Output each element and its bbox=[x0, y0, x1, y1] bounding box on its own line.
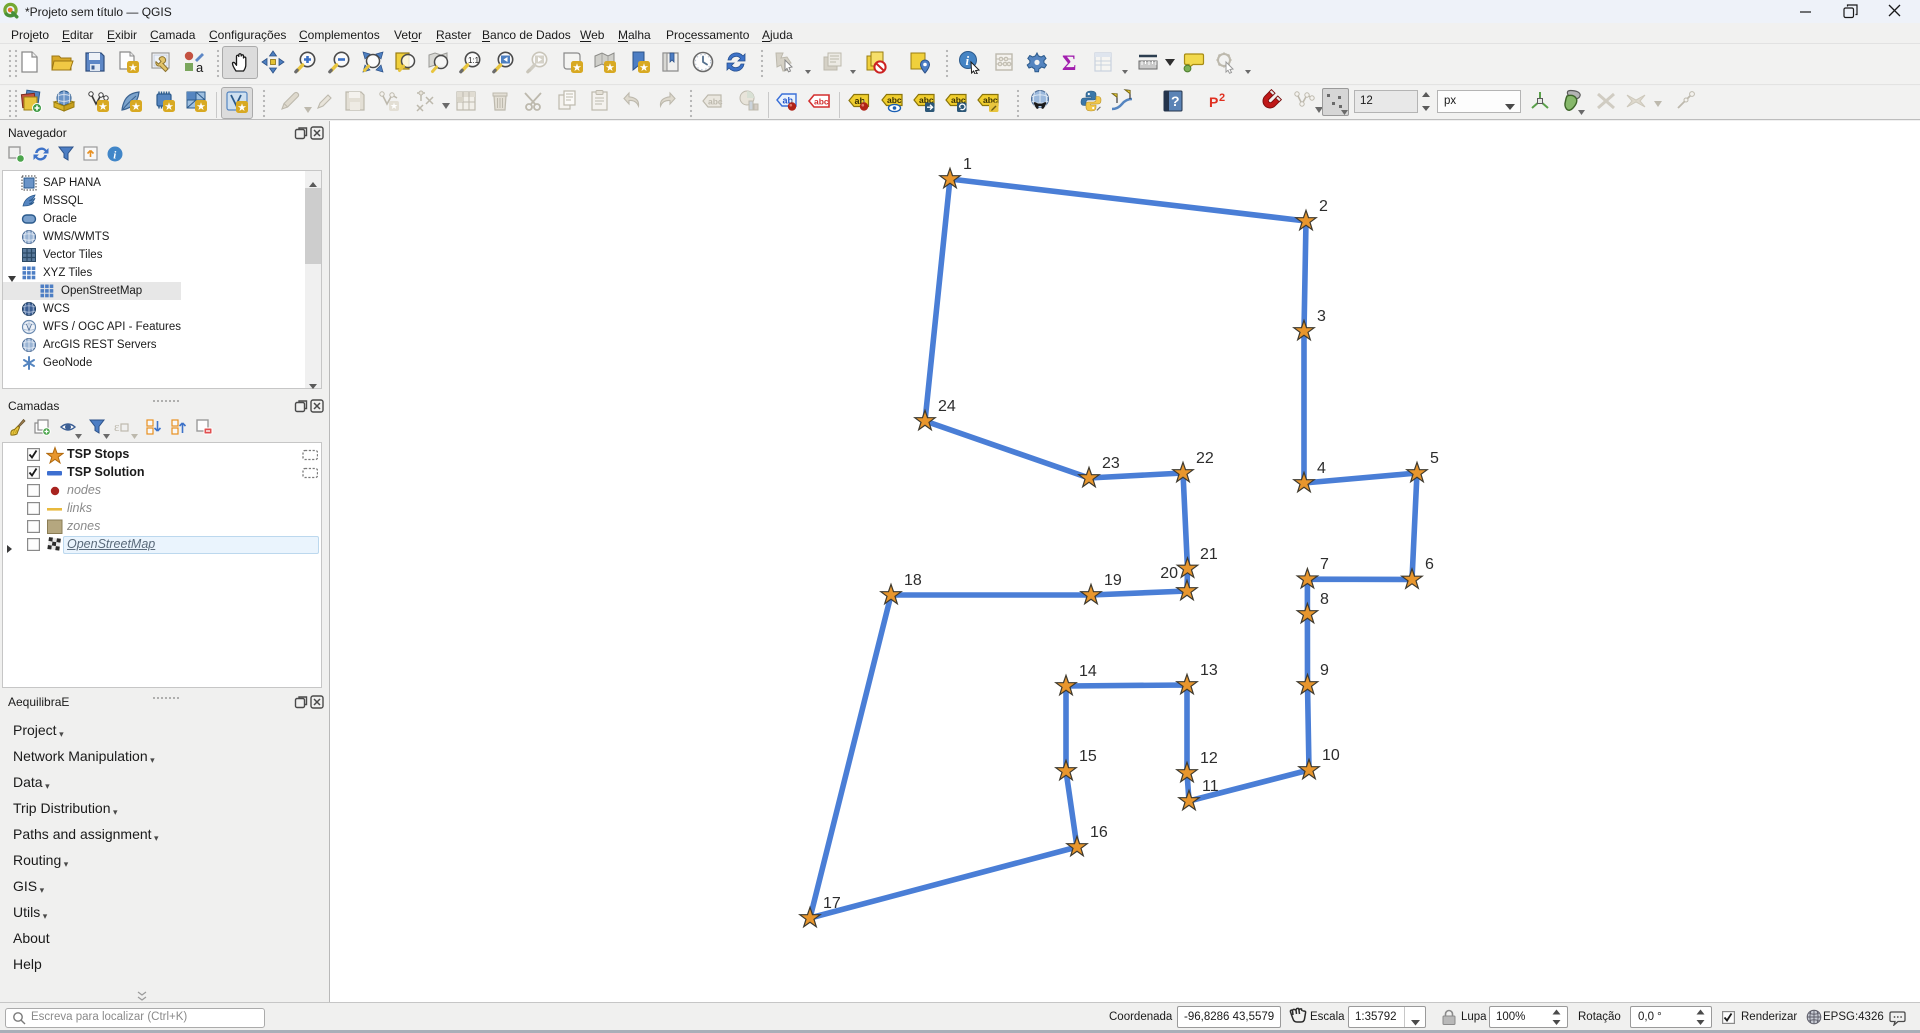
svg-text:12: 12 bbox=[1200, 750, 1218, 767]
svg-text:P: P bbox=[1209, 94, 1218, 110]
svg-text:Σ: Σ bbox=[1062, 50, 1076, 74]
svg-text:24: 24 bbox=[938, 398, 956, 415]
svg-text:V: V bbox=[26, 323, 32, 333]
svg-text:13: 13 bbox=[1200, 662, 1218, 679]
svg-text:6: 6 bbox=[1425, 556, 1434, 573]
svg-text:8: 8 bbox=[1320, 591, 1329, 608]
svg-text:19: 19 bbox=[1104, 572, 1122, 589]
svg-text:1:1: 1:1 bbox=[468, 56, 480, 65]
svg-text:9: 9 bbox=[1320, 662, 1329, 679]
svg-text:abc: abc bbox=[814, 97, 829, 107]
svg-text:?: ? bbox=[1171, 93, 1180, 109]
svg-text:23: 23 bbox=[1102, 455, 1120, 472]
svg-text:15: 15 bbox=[1079, 748, 1097, 765]
svg-text:18: 18 bbox=[904, 572, 922, 589]
svg-text:7: 7 bbox=[1320, 556, 1329, 573]
svg-text:abc: abc bbox=[887, 95, 902, 105]
svg-text:3: 3 bbox=[1317, 308, 1326, 325]
svg-text:2: 2 bbox=[1219, 92, 1225, 104]
svg-text:16: 16 bbox=[1090, 824, 1108, 841]
svg-text:21: 21 bbox=[1200, 546, 1218, 563]
svg-text:1: 1 bbox=[963, 156, 972, 173]
svg-text:22: 22 bbox=[1196, 450, 1214, 467]
svg-text:14: 14 bbox=[1079, 663, 1097, 680]
svg-text:4: 4 bbox=[1317, 460, 1326, 477]
svg-text:ε: ε bbox=[114, 419, 120, 434]
svg-text:20: 20 bbox=[1160, 565, 1178, 582]
svg-text:5: 5 bbox=[1430, 450, 1439, 467]
svg-text:abc: abc bbox=[708, 97, 723, 107]
svg-text:17: 17 bbox=[823, 895, 841, 912]
svg-text:i: i bbox=[966, 53, 970, 68]
svg-text:2: 2 bbox=[1319, 198, 1328, 215]
svg-text:11: 11 bbox=[1202, 778, 1219, 795]
svg-text:10: 10 bbox=[1322, 747, 1340, 764]
svg-text:a: a bbox=[196, 60, 204, 74]
